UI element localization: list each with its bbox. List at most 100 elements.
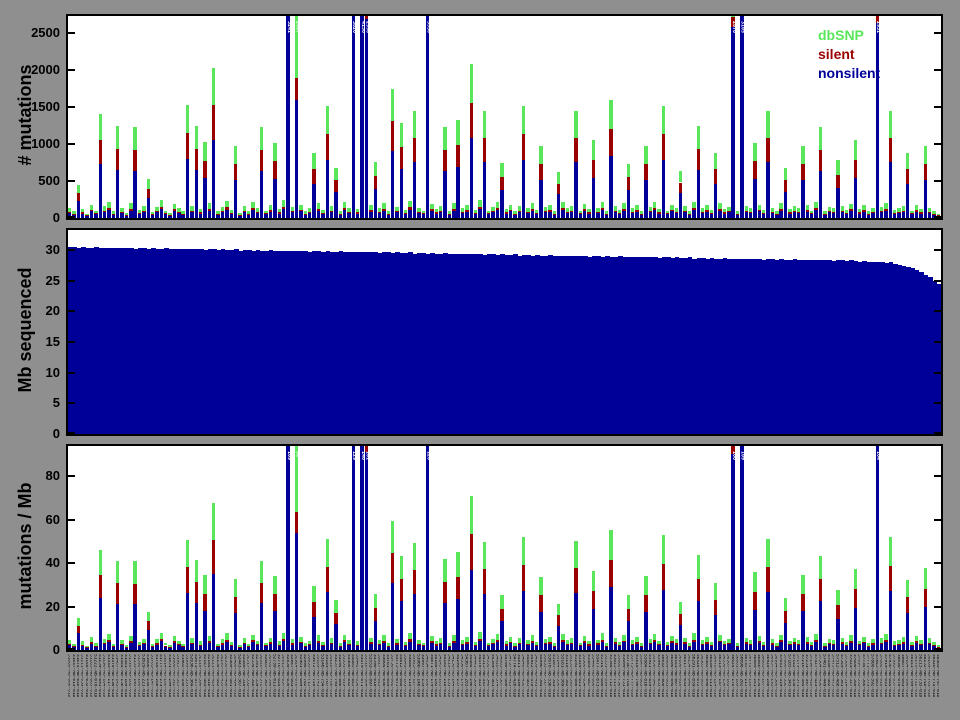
bar-segment-dbsnp (238, 644, 242, 647)
bar-segment-nonsilent (844, 213, 849, 218)
bar-segment-silent (919, 212, 923, 214)
bar-segment-dbsnp (844, 641, 849, 645)
bar-segment-dbsnp (491, 638, 495, 644)
bar-segment-silent (233, 163, 238, 181)
bar-segment-dbsnp (150, 212, 155, 215)
bar-segment-dbsnp (299, 204, 303, 210)
bar-segment-silent (137, 645, 142, 647)
bar-segment-silent (308, 212, 312, 214)
bar-segment-nonsilent (198, 645, 203, 650)
bar-segment-nonsilent (150, 647, 155, 650)
bar-segment-silent (521, 133, 526, 160)
bar-segment-nonsilent (116, 169, 120, 218)
bar-segment-dbsnp (631, 640, 635, 644)
bar-segment-silent (565, 643, 569, 646)
bar-segment-silent (827, 211, 831, 213)
bar-segment-silent (255, 644, 260, 646)
bar-segment-dbsnp (561, 202, 565, 209)
bar-segment-nonsilent (334, 624, 338, 650)
bar-segment-dbsnp (177, 640, 181, 645)
bar-segment-nonsilent (596, 212, 600, 218)
bar-segment-dbsnp (116, 560, 120, 583)
bar-segment-silent (386, 645, 391, 647)
bar-segment-silent (504, 212, 508, 214)
bar-segment-silent (133, 583, 137, 604)
bar-segment-dbsnp (556, 603, 561, 616)
bar-segment-silent (299, 641, 303, 644)
bar-segment-nonsilent (583, 210, 587, 218)
bar-segment-silent (631, 643, 635, 646)
bar-segment-silent (801, 163, 805, 181)
bar-segment-dbsnp (177, 208, 181, 213)
bar-segment-silent (591, 159, 596, 178)
bar-segment-silent (159, 206, 164, 210)
overflow-value-label: 98 (294, 451, 301, 458)
bar-segment-silent (264, 213, 268, 215)
bar-segment-dbsnp (229, 209, 233, 213)
bar-segment-dbsnp (430, 203, 434, 210)
bar-segment-nonsilent (325, 159, 329, 218)
bar-segment-nonsilent (687, 646, 692, 650)
bar-segment-dbsnp (456, 552, 460, 577)
bar-segment-nonsilent (225, 209, 229, 218)
bar-segment-dbsnp (596, 207, 600, 212)
bar-segment-dbsnp (373, 594, 377, 609)
bar-segment-silent (412, 569, 417, 595)
bar-segment-silent (268, 642, 273, 644)
bar-segment-dbsnp (129, 203, 133, 209)
bar-segment-silent (325, 133, 329, 160)
bar-segment-silent (548, 210, 552, 212)
y-tick (68, 605, 75, 608)
bar-segment-silent (342, 208, 347, 211)
bar-segment-dbsnp (164, 642, 168, 646)
bar-segment-nonsilent (587, 645, 591, 650)
bar-segment-dbsnp (753, 142, 757, 162)
bar-segment-silent (853, 589, 858, 608)
bar-segment-dbsnp (679, 601, 683, 614)
bar-segment-nonsilent (578, 646, 583, 650)
bar-segment-dbsnp (369, 637, 373, 643)
bar-segment-nonsilent (504, 213, 508, 218)
bar-segment-silent (679, 613, 683, 625)
bar-segment-silent (294, 512, 299, 534)
bar-segment-dbsnp (936, 213, 941, 216)
bar-segment-silent (561, 208, 565, 211)
bar-segment-dbsnp (648, 638, 652, 643)
bar-segment-dbsnp (578, 642, 583, 646)
bar-segment-silent (72, 213, 76, 215)
bar-segment-dbsnp (626, 164, 631, 178)
bar-segment-dbsnp (408, 633, 412, 640)
bar-segment-nonsilent (312, 184, 316, 218)
bar-segment-dbsnp (89, 637, 94, 642)
bar-segment-dbsnp (395, 206, 399, 212)
bar-segment-silent (443, 581, 447, 603)
bar-segment-silent (626, 177, 631, 190)
bar-segment-silent (260, 582, 264, 604)
bar-segment-dbsnp (858, 209, 862, 213)
bar-segment-dbsnp (395, 638, 399, 644)
bar-segment-dbsnp (914, 636, 919, 642)
bar-segment-dbsnp (412, 110, 417, 138)
bar-segment-dbsnp (635, 637, 639, 642)
bar-segment-silent (434, 212, 439, 214)
bar-segment-silent (683, 642, 687, 644)
bar-segment-dbsnp (299, 636, 303, 642)
bar-segment-dbsnp (617, 209, 622, 213)
y-tick (934, 605, 941, 608)
bar-segment-silent (329, 642, 334, 645)
bar-segment-dbsnp (600, 201, 604, 208)
bar-segment-nonsilent (495, 209, 500, 218)
bar-segment-silent (190, 210, 194, 213)
bar-segment-nonsilent (796, 645, 801, 650)
y-tick (934, 432, 941, 434)
bar-segment-silent (792, 210, 796, 213)
bar-segment-nonsilent (395, 644, 399, 650)
bar-segment-nonsilent (748, 213, 753, 218)
y-tick-label: 0 (52, 210, 60, 225)
bar-segment-silent (827, 642, 831, 645)
bar-segment-dbsnp (805, 205, 810, 211)
bar-segment-dbsnp (788, 209, 792, 213)
bar-segment-dbsnp (596, 639, 600, 644)
bar-segment-silent (818, 579, 823, 601)
bar-segment-nonsilent (666, 214, 670, 218)
